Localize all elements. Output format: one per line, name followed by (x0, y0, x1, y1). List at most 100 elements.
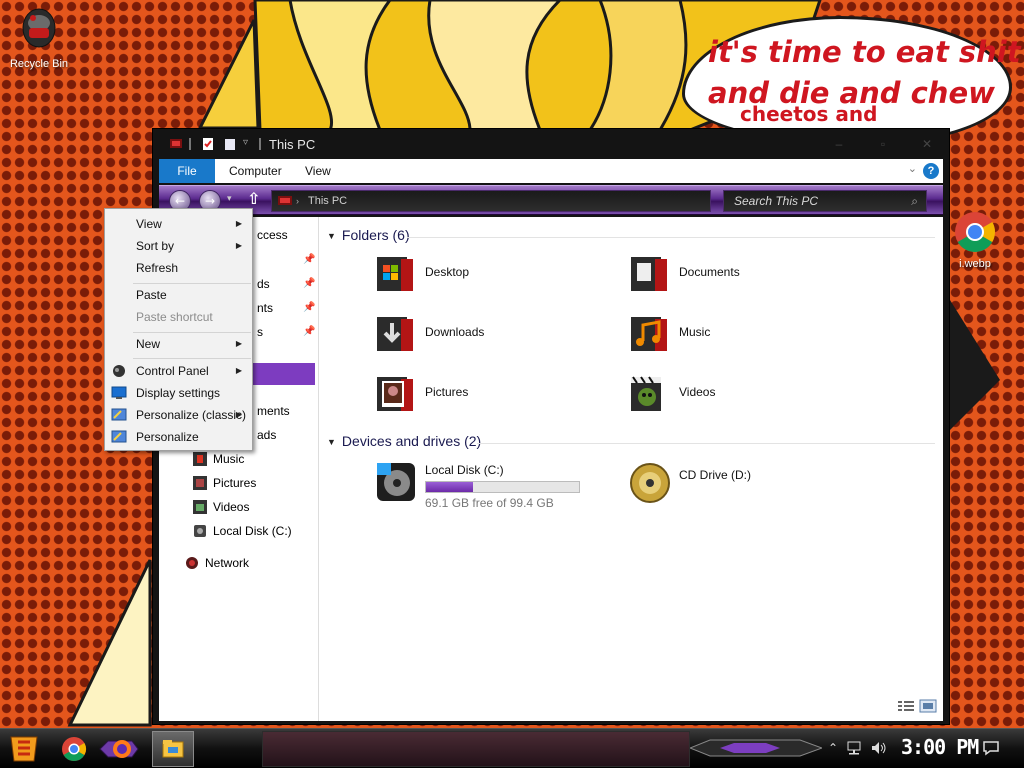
nav-item-local-disk[interactable]: Local Disk (C:) (193, 522, 292, 540)
properties-icon[interactable] (201, 137, 215, 151)
menu-item-view[interactable]: View ▶ (105, 213, 252, 235)
folder-tile-documents[interactable]: Documents (629, 253, 869, 299)
nav-item-this-pc-selected[interactable] (251, 363, 315, 385)
nav-item-label: Pictures (213, 476, 257, 490)
menu-item-label: Personalize (136, 430, 199, 444)
hard-drive-icon (377, 463, 415, 501)
pin-icon[interactable]: 📌 (303, 254, 315, 265)
folder-tile-downloads[interactable]: Downloads (375, 313, 615, 359)
new-folder-icon[interactable] (223, 137, 237, 151)
title-bar[interactable]: ▿ This PC ‒ ▫ ✕ (153, 129, 949, 159)
close-button[interactable]: ✕ (905, 135, 949, 153)
action-center-icon[interactable] (982, 740, 1000, 756)
desktop-context-menu: View ▶ Sort by ▶ Refresh Paste Paste sho… (104, 208, 253, 451)
window-title: This PC (269, 137, 316, 152)
recent-locations-icon[interactable]: ▾ (227, 194, 232, 204)
folder-tile-music[interactable]: Music (629, 313, 869, 359)
menu-item-personalize-classic[interactable]: Personalize (classic) ▶ (105, 404, 252, 426)
large-icons-view-icon[interactable] (919, 699, 937, 713)
nav-item-documents[interactable]: ments (257, 404, 290, 418)
nav-item-pictures[interactable]: Pictures (193, 474, 256, 492)
menu-item-sort-by[interactable]: Sort by ▶ (105, 235, 252, 257)
menu-item-new[interactable]: New ▶ (105, 333, 252, 355)
expand-ribbon-icon[interactable]: ⌄ (908, 162, 917, 175)
details-view-icon[interactable] (897, 699, 915, 713)
divider (259, 138, 261, 150)
search-input[interactable]: Search This PC ⌕ (723, 190, 927, 212)
show-hidden-icons-icon[interactable]: ⌃ (828, 741, 838, 755)
nav-item-music[interactable]: Music (193, 450, 244, 468)
folder-tile-pictures[interactable]: Pictures (375, 373, 615, 419)
personalize-icon (111, 430, 127, 443)
nav-item-quick-access[interactable]: ccess (257, 228, 288, 242)
pictures-folder-icon (193, 476, 207, 490)
chrome-icon[interactable] (60, 735, 88, 763)
nav-item-label: Videos (213, 500, 250, 514)
music-folder-icon (631, 317, 667, 351)
desktop-icon-i-webp[interactable]: i.webp (946, 210, 1004, 270)
firefox-icon[interactable] (98, 737, 140, 761)
start-icon[interactable] (8, 734, 40, 764)
folder-label: Downloads (425, 325, 485, 339)
menu-item-control-panel[interactable]: Control Panel ▶ (105, 360, 252, 382)
nav-item-videos[interactable]: Videos (193, 498, 249, 516)
menu-item-paste[interactable]: Paste (105, 284, 252, 306)
pin-icon[interactable]: 📌 (303, 302, 315, 313)
pin-icon[interactable]: 📌 (303, 278, 315, 289)
recycle-bin-icon (22, 8, 56, 48)
breadcrumb-chevron-icon[interactable]: › (296, 191, 299, 211)
up-arrow-icon[interactable]: ⇧ (247, 189, 260, 208)
menu-item-label: Refresh (136, 261, 179, 275)
menu-item-label: View (136, 217, 162, 231)
folder-tile-videos[interactable]: Videos (629, 373, 869, 419)
minimize-button[interactable]: ‒ (817, 135, 861, 153)
nav-item-downloads[interactable]: ads (257, 428, 276, 442)
nav-item-pictures-pinned[interactable]: s (257, 325, 263, 339)
nav-item-downloads-pinned[interactable]: ds (257, 277, 270, 291)
this-pc-icon (278, 196, 292, 205)
drive-tile-local-disk[interactable] (375, 589, 615, 635)
volume-icon[interactable] (870, 741, 888, 755)
nav-item-label: Music (213, 452, 245, 466)
folder-tile-desktop[interactable]: Desktop (375, 253, 615, 299)
taskbar: ⌃ 3:00 PM (0, 728, 1024, 768)
quick-access-dropdown-icon[interactable]: ▿ (243, 137, 257, 151)
taskbar-item-file-explorer[interactable] (152, 731, 194, 767)
explorer-window: ▿ This PC ‒ ▫ ✕ File Computer View ⌄ ? ←… (152, 128, 950, 725)
drive-cd-d[interactable]: CD Drive (D:) (629, 461, 869, 507)
tab-computer[interactable]: Computer (215, 159, 296, 183)
folder-label: Pictures (425, 385, 469, 399)
drive-local-disk-c[interactable]: Local Disk (C:) 69.1 GB free of 99.4 GB (375, 461, 615, 510)
collapse-icon[interactable]: ▼ (327, 231, 336, 241)
folder-label: Documents (679, 265, 740, 279)
group-header-folders[interactable]: ▼ Folders (6) (327, 227, 410, 243)
folder-label: Videos (679, 385, 716, 399)
folder-label: Desktop (425, 265, 470, 279)
menu-item-display-settings[interactable]: Display settings (105, 382, 252, 404)
menu-item-label: New (136, 337, 161, 351)
address-bar[interactable]: › This PC (271, 190, 711, 212)
desktop-icon-label: i.webp (959, 258, 991, 270)
menu-item-personalize[interactable]: Personalize (105, 426, 252, 448)
maximize-button[interactable]: ▫ (861, 135, 905, 153)
menu-item-label: Personalize (classic) (136, 408, 247, 422)
group-divider (477, 443, 935, 444)
collapse-icon[interactable]: ▼ (327, 437, 336, 447)
drive-free-space: 69.1 GB free of 99.4 GB (425, 496, 554, 510)
clock[interactable]: 3:00 PM (901, 735, 979, 759)
nav-item-network[interactable]: Network (185, 554, 249, 572)
menu-item-refresh[interactable]: Refresh (105, 257, 252, 279)
tab-file[interactable]: File (159, 159, 215, 183)
tab-view[interactable]: View (291, 159, 345, 183)
desktop-icon-recycle-bin[interactable]: Recycle Bin (6, 6, 72, 70)
nav-item-documents-pinned[interactable]: nts (257, 301, 273, 315)
menu-item-label: Paste (136, 288, 167, 302)
group-title: Devices and drives (2) (341, 433, 482, 449)
help-icon[interactable]: ? (923, 163, 939, 179)
group-header-devices[interactable]: ▼ Devices and drives (2) (327, 433, 481, 449)
network-icon[interactable] (846, 741, 862, 755)
menu-separator (133, 358, 251, 359)
pin-icon[interactable]: 📌 (303, 326, 315, 337)
submenu-arrow-icon: ▶ (235, 241, 242, 250)
search-icon[interactable]: ⌕ (911, 191, 918, 211)
